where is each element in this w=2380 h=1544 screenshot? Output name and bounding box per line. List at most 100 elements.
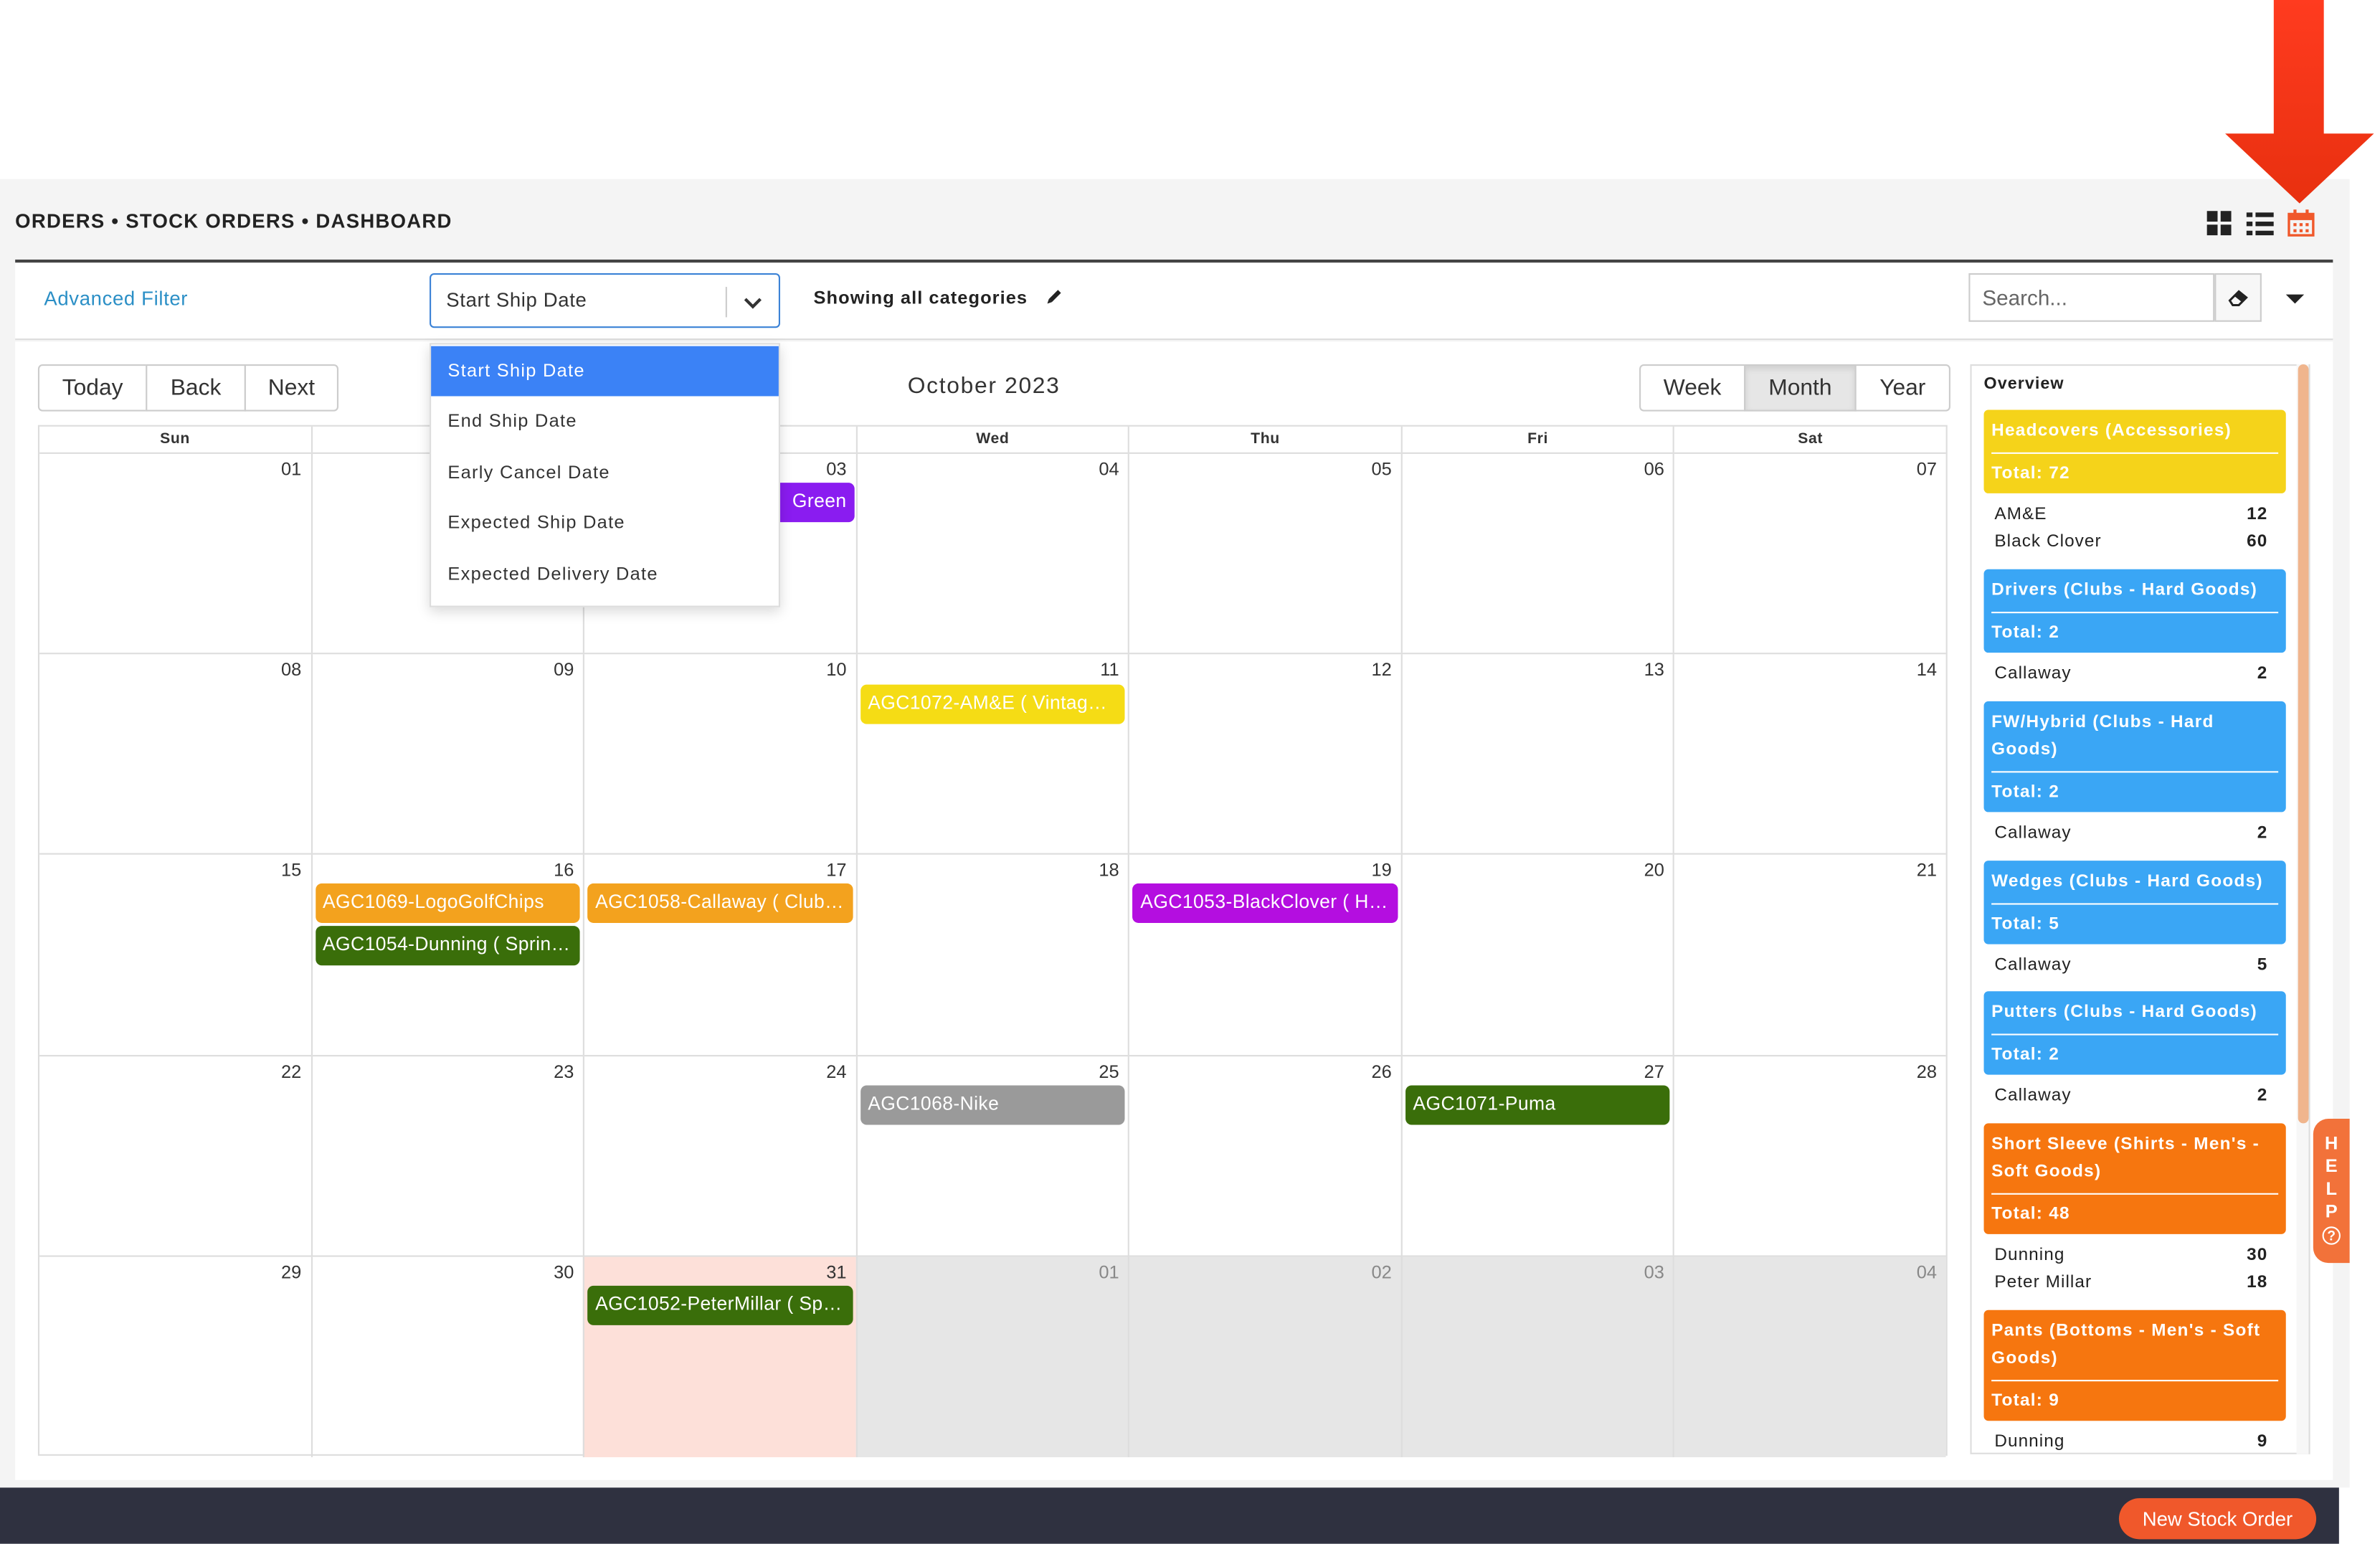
day-number: 16	[554, 859, 574, 881]
day-number: 29	[281, 1261, 302, 1283]
day-number: 31	[826, 1261, 847, 1283]
day-cell[interactable]: 11 AGC1072-AM&E ( Vintage Headcovers )	[855, 654, 1128, 854]
overview-category[interactable]: Drivers (Clubs - Hard Goods) Total: 2	[1983, 569, 2286, 653]
day-cell[interactable]: 17 AGC1058-Callaway ( Clubs )	[583, 855, 855, 1055]
day-number: 23	[554, 1060, 574, 1082]
date-option-end-ship[interactable]: End Ship Date	[431, 396, 779, 446]
date-type-select[interactable]: Start Ship Date	[430, 273, 780, 328]
chevron-down-icon[interactable]	[738, 287, 768, 317]
day-cell[interactable]: 12	[1128, 654, 1400, 854]
back-button[interactable]: Back	[146, 364, 246, 412]
list-view-icon[interactable]	[2246, 209, 2274, 237]
pencil-icon[interactable]	[1046, 287, 1063, 305]
overview-category[interactable]: Pants (Bottoms - Men's - Soft Goods) Tot…	[1983, 1309, 2286, 1421]
year-view-button[interactable]: Year	[1854, 364, 1950, 412]
help-letter: H	[2325, 1132, 2338, 1154]
day-cell[interactable]: 25 AGC1068-Nike	[855, 1056, 1128, 1255]
date-option-start-ship[interactable]: Start Ship Date	[431, 346, 779, 397]
overview-category[interactable]: Short Sleeve (Shirts - Men's - Soft Good…	[1983, 1123, 2286, 1234]
overview-category[interactable]: FW/Hybrid (Clubs - Hard Goods) Total: 2	[1983, 701, 2286, 813]
day-cell[interactable]: 06	[1400, 453, 1673, 653]
nav-button-group: Today Back Next	[37, 364, 339, 412]
overview-category[interactable]: Putters (Clubs - Hard Goods) Total: 2	[1983, 991, 2286, 1075]
day-cell[interactable]: 10	[583, 654, 855, 854]
day-cell[interactable]: 15	[39, 855, 310, 1054]
calendar-week: 08 09 10 11 AGC1072-AM&E ( Vintage Headc…	[39, 654, 1946, 856]
search-input[interactable]	[1968, 273, 2215, 322]
day-cell[interactable]: 22	[39, 1056, 310, 1255]
overview-row: Dunning 9	[1994, 1433, 2267, 1451]
day-number: 18	[1099, 859, 1119, 881]
day-cell-next-month[interactable]: 02	[1128, 1256, 1401, 1457]
calendar-event[interactable]: AGC1069-LogoGolfChips	[315, 884, 580, 924]
overview-scrollbar-thumb[interactable]	[2298, 364, 2309, 1124]
brand-qty: 2	[2257, 1086, 2268, 1105]
weekday-label: Fri	[1400, 426, 1673, 453]
caret-down-icon[interactable]	[2283, 287, 2308, 311]
day-cell[interactable]: 14	[1673, 654, 1946, 854]
day-cell[interactable]: 16 AGC1069-LogoGolfChips AGC1054-Dunning…	[310, 855, 583, 1055]
calendar-event[interactable]: AGC1068-Nike	[860, 1084, 1126, 1124]
advanced-filter-link[interactable]: Advanced Filter	[44, 287, 188, 310]
help-letter: P	[2325, 1200, 2338, 1222]
day-cell[interactable]: 20	[1400, 855, 1673, 1055]
overview-category[interactable]: Headcovers (Accessories) Total: 72	[1983, 409, 2286, 493]
overview-row: Black Clover 60	[1994, 533, 2267, 551]
next-button[interactable]: Next	[244, 364, 339, 412]
overview-category[interactable]: Wedges (Clubs - Hard Goods) Total: 5	[1983, 861, 2286, 944]
day-cell[interactable]: 30	[310, 1256, 583, 1457]
calendar-event[interactable]: AGC1071-Puma	[1405, 1084, 1671, 1124]
day-cell-next-month[interactable]: 01	[855, 1256, 1129, 1457]
day-cell[interactable]: 27 AGC1071-Puma	[1400, 1056, 1673, 1255]
calendar-event[interactable]: AGC1052-PeterMillar ( Spring )	[587, 1285, 853, 1325]
day-cell[interactable]: 08	[39, 655, 310, 854]
day-cell[interactable]: 04	[855, 453, 1128, 653]
day-cell[interactable]: 19 AGC1053-BlackClover ( Headcovers )	[1128, 855, 1400, 1055]
day-cell[interactable]: 09	[310, 654, 583, 854]
calendar-week: 29 30 31 AGC1052-PeterMillar ( Spring ) …	[39, 1256, 1946, 1457]
date-option-expected-delivery[interactable]: Expected Delivery Date	[431, 549, 779, 600]
day-cell[interactable]: 29	[39, 1256, 310, 1457]
day-cell[interactable]: 21	[1673, 855, 1946, 1055]
help-tab[interactable]: H E L P ?	[2313, 1119, 2350, 1264]
overview-row: Callaway 5	[1994, 957, 2267, 975]
day-cell[interactable]: 18	[855, 855, 1128, 1055]
day-cell[interactable]: 05	[1128, 453, 1400, 653]
day-cell[interactable]: 01	[39, 454, 310, 653]
day-number: 04	[1099, 458, 1119, 480]
day-cell[interactable]: 26	[1128, 1056, 1400, 1255]
day-cell[interactable]: 23	[310, 1056, 583, 1255]
divider	[1991, 771, 2279, 773]
calendar-event[interactable]: AGC1058-Callaway ( Clubs )	[587, 884, 853, 924]
calendar-event[interactable]: AGC1054-Dunning ( Spring )	[315, 926, 580, 967]
grid-view-icon[interactable]	[2206, 209, 2233, 237]
date-option-expected-ship[interactable]: Expected Ship Date	[431, 498, 779, 548]
category-total: Total: 2	[1991, 1046, 2060, 1064]
category-filter-label[interactable]: Showing all categories	[814, 287, 1028, 308]
weekday-label: Sat	[1673, 426, 1946, 453]
overview-panel: Overview Headcovers (Accessories) Total:…	[1970, 364, 2310, 1454]
eraser-icon	[2228, 290, 2248, 306]
select-separator	[725, 287, 727, 318]
day-cell-next-month[interactable]: 04	[1673, 1256, 1946, 1457]
calendar-event[interactable]: AGC1072-AM&E ( Vintage Headcovers )	[860, 685, 1126, 725]
new-stock-order-button[interactable]: New Stock Order	[2118, 1498, 2317, 1540]
today-button[interactable]: Today	[37, 364, 148, 412]
day-cell[interactable]: 07	[1673, 453, 1946, 653]
today-cell[interactable]: 31 AGC1052-PeterMillar ( Spring )	[583, 1256, 856, 1457]
category-name: Headcovers (Accessories)	[1991, 422, 2232, 440]
day-number: 22	[281, 1060, 302, 1082]
month-view-button[interactable]: Month	[1744, 364, 1857, 412]
date-option-early-cancel[interactable]: Early Cancel Date	[431, 447, 779, 498]
day-cell-next-month[interactable]: 03	[1400, 1256, 1674, 1457]
calendar-view-icon[interactable]	[2287, 209, 2315, 237]
day-number: 12	[1371, 659, 1392, 681]
calendar-event[interactable]: AGC1053-BlackClover ( Headcovers )	[1132, 884, 1398, 924]
day-cell[interactable]: 24	[583, 1056, 855, 1255]
divider	[1991, 1193, 2279, 1195]
week-view-button[interactable]: Week	[1639, 364, 1746, 412]
day-number: 07	[1916, 458, 1938, 480]
day-cell[interactable]: 13	[1400, 654, 1673, 854]
clear-search-button[interactable]	[2214, 273, 2262, 322]
day-cell[interactable]: 28	[1673, 1056, 1946, 1255]
